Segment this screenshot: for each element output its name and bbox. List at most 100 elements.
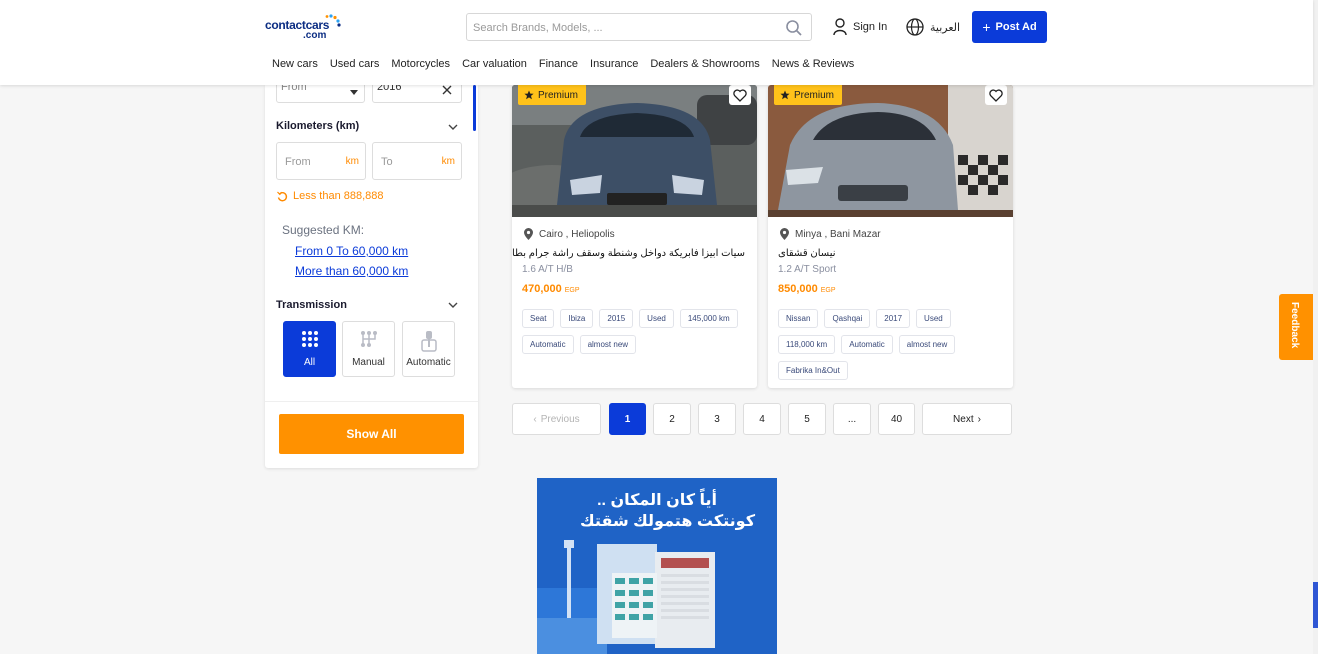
user-icon: [833, 18, 847, 36]
tag-year: 2017: [876, 309, 911, 328]
km-unit: km: [441, 156, 455, 167]
price-value: 850,000: [778, 283, 818, 295]
nav-dealers-showrooms[interactable]: Dealers & Showrooms: [650, 58, 759, 70]
nav-finance[interactable]: Finance: [539, 58, 578, 70]
pagination-page[interactable]: 3: [698, 403, 736, 435]
pagination-ellipsis: ...: [833, 403, 871, 435]
premium-badge: Premium: [518, 85, 587, 105]
caret-down-icon: [350, 90, 358, 95]
pagination-next[interactable]: Next ›: [922, 403, 1012, 435]
pagination-page[interactable]: 4: [743, 403, 781, 435]
listing-trim: 1.2 A/T Sport: [778, 264, 837, 275]
year-to-value: 2016: [377, 85, 402, 93]
nav-car-valuation[interactable]: Car valuation: [462, 58, 527, 70]
favorite-button[interactable]: [985, 85, 1007, 105]
listing-card[interactable]: Premium Minya , Bani Mazar نيسان قشقاى 1…: [768, 85, 1013, 388]
automatic-gear-icon: [420, 331, 437, 352]
listing-price: 850,000 EGP: [778, 283, 836, 295]
transmission-manual-button[interactable]: Manual: [342, 321, 395, 377]
less-than-hint[interactable]: Less than 888,888: [277, 190, 384, 202]
feedback-tab[interactable]: Feedback: [1279, 294, 1313, 360]
car-photo[interactable]: Premium: [512, 85, 757, 217]
clear-icon[interactable]: [442, 85, 452, 95]
chevron-down-icon[interactable]: [448, 300, 458, 310]
contactcars-logo[interactable]: contactcars .com: [265, 14, 343, 42]
transmission-section-title: Transmission: [276, 299, 347, 311]
listing-trim: 1.6 A/T H/B: [522, 264, 573, 275]
nav-motorcycles[interactable]: Motorcycles: [391, 58, 450, 70]
filter-panel: From 2016 Kilometers (km) From km To km …: [265, 85, 478, 468]
favorite-button[interactable]: [729, 85, 751, 105]
previous-label: Previous: [540, 413, 580, 425]
listing-card[interactable]: Premium Cairo , Heliopolis سيات ابيزا فا…: [512, 85, 757, 388]
price-currency: EGP: [564, 287, 580, 294]
year-to-select[interactable]: 2016: [372, 85, 462, 103]
grid-dots-icon: [301, 331, 318, 347]
transmission-automatic-button[interactable]: Automatic: [402, 321, 455, 377]
premium-label: Premium: [538, 89, 579, 101]
post-ad-button[interactable]: + Post Ad: [972, 11, 1047, 43]
feedback-label: Feedback: [1289, 302, 1300, 349]
km-from-field[interactable]: From km: [276, 142, 366, 180]
chevron-down-icon[interactable]: [448, 122, 458, 132]
pagination-page[interactable]: 5: [788, 403, 826, 435]
next-label: Next: [953, 413, 974, 425]
page-scrollbar-thumb[interactable]: [1313, 582, 1318, 628]
listing-location: Minya , Bani Mazar: [780, 228, 881, 240]
tag-note: almost new: [898, 335, 956, 354]
listing-tags: Nissan Qashqai 2017 Used 118,000 km Auto…: [778, 309, 1006, 380]
chevron-right-icon: ›: [977, 413, 981, 425]
location-label: Cairo , Heliopolis: [539, 228, 615, 240]
main-nav: New cars Used cars Motorcycles Car valua…: [272, 58, 866, 70]
nav-news-reviews[interactable]: News & Reviews: [772, 58, 855, 70]
plus-icon: +: [982, 19, 991, 35]
nav-new-cars[interactable]: New cars: [272, 58, 318, 70]
location-pin-icon: [524, 228, 533, 240]
year-from-select[interactable]: From: [276, 85, 365, 103]
nav-insurance[interactable]: Insurance: [590, 58, 638, 70]
transmission-all-button[interactable]: All: [283, 321, 336, 377]
search-input[interactable]: [473, 18, 773, 38]
pagination-previous[interactable]: ‹ Previous: [512, 403, 601, 435]
price-value: 470,000: [522, 283, 562, 295]
km-to-field[interactable]: To km: [372, 142, 462, 180]
tag-brand: Seat: [522, 309, 555, 328]
language-label: العربية: [930, 21, 961, 34]
nav-used-cars[interactable]: Used cars: [330, 58, 380, 70]
search-box[interactable]: [466, 13, 812, 41]
tag-transmission: Automatic: [522, 335, 574, 354]
pagination-page[interactable]: 1: [609, 403, 646, 435]
listing-title[interactable]: سيات ابيزا فابريكة دواخل وشنطة وسقف راشة…: [512, 248, 745, 259]
tag-note: almost new: [579, 335, 637, 354]
ad-subheadline: كونتكت هتمولك شقتك: [580, 513, 755, 530]
tag-year: 2015: [599, 309, 634, 328]
location-label: Minya , Bani Mazar: [795, 228, 881, 240]
search-icon[interactable]: [785, 19, 803, 37]
show-all-button[interactable]: Show All: [279, 414, 464, 454]
language-switch[interactable]: العربية: [906, 16, 960, 38]
sign-in-label: Sign In: [853, 21, 888, 33]
ad-banner[interactable]: أياً كان المكان .. كونتكت هتمولك شقتك: [537, 478, 777, 654]
page-scrollbar[interactable]: [1313, 0, 1318, 654]
car-photo[interactable]: Premium: [768, 85, 1013, 217]
suggested-km-title: Suggested KM:: [282, 223, 365, 237]
pagination-page[interactable]: 40: [878, 403, 915, 435]
listing-title[interactable]: نيسان قشقاى: [778, 248, 836, 259]
suggested-km-link[interactable]: More than 60,000 km: [295, 264, 408, 278]
suggested-km-link[interactable]: From 0 To 60,000 km: [295, 244, 408, 258]
km-section-title: Kilometers (km): [276, 120, 360, 132]
location-pin-icon: [780, 228, 789, 240]
less-than-label: Less than 888,888: [293, 190, 384, 202]
site-header: contactcars .com Sign In العربية + Po: [0, 0, 1313, 85]
premium-label: Premium: [794, 89, 835, 101]
transmission-automatic-label: Automatic: [406, 357, 451, 368]
tag-condition: Used: [916, 309, 951, 328]
listing-location: Cairo , Heliopolis: [524, 228, 615, 240]
pagination-page[interactable]: 2: [653, 403, 691, 435]
post-ad-label: Post Ad: [995, 21, 1037, 33]
tag-transmission: Automatic: [841, 335, 893, 354]
ad-headline: أياً كان المكان ..: [597, 492, 717, 509]
heart-icon: [733, 88, 747, 102]
sign-in-button[interactable]: Sign In: [833, 16, 887, 38]
filter-scrollbar[interactable]: [473, 85, 476, 131]
